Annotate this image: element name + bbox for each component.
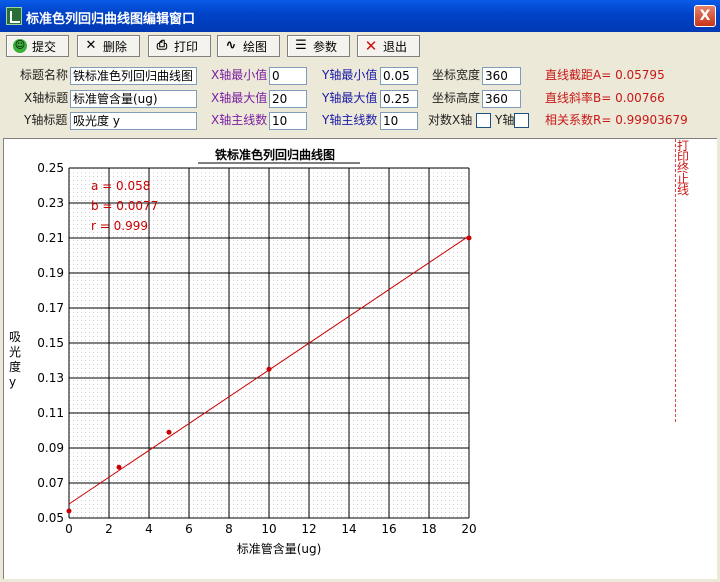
coord-height-label: 坐标高度 xyxy=(432,91,481,105)
regression-annotation: b = 0.0077 xyxy=(91,199,158,213)
x-tick-label: 18 xyxy=(421,522,436,536)
submit-button[interactable]: ☺ 提交 xyxy=(6,35,69,57)
coord-height-field[interactable]: 360 xyxy=(482,90,521,108)
log-x-checkbox[interactable] xyxy=(476,113,491,128)
params-label: 参数 xyxy=(313,39,338,54)
x-tick-label: 14 xyxy=(341,522,356,536)
ymin-label: Y轴最小值 xyxy=(322,68,378,82)
chart-canvas: 0 2 4 6 8 10 12 14 16 18 20 0.05 0.07 0.09 0.11 0.13 0.1… xyxy=(3,138,717,579)
y-tick-label: 0.05 xyxy=(37,511,64,525)
xaxis-title-label: X轴标题 xyxy=(24,91,69,105)
print-button[interactable]: ⎙ 打印 xyxy=(148,35,211,57)
x-tick-label: 16 xyxy=(381,522,396,536)
xmin-field[interactable]: 0 xyxy=(269,67,307,85)
x-tick-label: 20 xyxy=(461,522,476,536)
y-axis-label-char: y xyxy=(9,375,16,389)
regression-chart: 0 2 4 6 8 10 12 14 16 18 20 0.05 0.07 0.09 0.11 0.13 0.1… xyxy=(9,147,477,556)
y-tick-label: 0.13 xyxy=(37,371,64,385)
yaxis-title-label: Y轴标题 xyxy=(24,113,68,127)
y-tick-label: 0.11 xyxy=(37,406,64,420)
title-name-label: 标题名称 xyxy=(20,68,69,82)
exit-label: 退出 xyxy=(383,39,408,54)
y-axis-label: 吸光度y xyxy=(9,330,21,389)
printer-icon: ⎙ xyxy=(156,38,168,53)
xmax-field[interactable]: 20 xyxy=(269,90,307,108)
draw-button[interactable]: ∿ 绘图 xyxy=(217,35,280,57)
xaxis-title-field[interactable]: 标准管含量(ug) xyxy=(70,90,197,108)
yaxis-title-field[interactable]: 吸光度 y xyxy=(70,112,197,130)
coord-width-label: 坐标宽度 xyxy=(432,68,481,82)
slope-result: 直线斜率B= 0.00766 xyxy=(545,91,665,105)
window-title: 标准色列回归曲线图编辑窗口 xyxy=(26,12,196,27)
regression-annotation: r = 0.999 xyxy=(91,219,148,233)
y-tick-label: 0.21 xyxy=(37,231,64,245)
title-name-field[interactable]: 铁标准色列回归曲线图 xyxy=(70,67,197,85)
x-axis-label: 标准管含量(ug) xyxy=(237,541,322,556)
print-stop-line xyxy=(675,139,676,422)
toolbar: ☺ 提交 ✕ 删除 ⎙ 打印 ∿ 绘图 ☰ 参数 ✕ 退出 xyxy=(0,32,720,60)
params-button[interactable]: ☰ 参数 xyxy=(287,35,350,57)
smiley-icon: ☺ xyxy=(13,39,27,53)
log-x-label: 对数X轴 xyxy=(428,113,473,127)
x-tick-label: 12 xyxy=(301,522,316,536)
y-axis-label-char: 度 xyxy=(9,359,21,374)
params-panel: 标题名称 铁标准色列回归曲线图 X轴标题 标准管含量(ug) Y轴标题 吸光度 … xyxy=(0,62,720,134)
y-axis-label-char: 吸 xyxy=(9,330,21,344)
y-tick-label: 0.07 xyxy=(37,476,64,490)
x-tick-label: 10 xyxy=(261,522,276,536)
log-y-checkbox[interactable] xyxy=(514,113,529,128)
y-tick-label: 0.23 xyxy=(37,196,64,210)
x-tick-label: 2 xyxy=(105,522,113,536)
x-tick-label: 8 xyxy=(225,522,233,536)
xmax-label: X轴最大值 xyxy=(211,91,268,105)
regression-annotation: a = 0.058 xyxy=(91,179,150,193)
y-tick-label: 0.09 xyxy=(37,441,64,455)
xmain-label: X轴主线数 xyxy=(211,113,268,127)
log-y-label: Y轴 xyxy=(495,113,515,127)
exit-x-icon: ✕ xyxy=(364,37,378,55)
delete-x-icon: ✕ xyxy=(85,38,97,53)
chart-title: 铁标准色列回归曲线图 xyxy=(215,147,335,162)
y-tick-label: 0.25 xyxy=(37,161,64,175)
y-tick-label: 0.17 xyxy=(37,301,64,315)
intercept-result: 直线截距A= 0.05795 xyxy=(545,68,665,82)
coord-width-field[interactable]: 360 xyxy=(482,67,521,85)
submit-label: 提交 xyxy=(32,39,57,54)
y-tick-label: 0.19 xyxy=(37,266,64,280)
print-label: 打印 xyxy=(174,39,199,54)
list-icon: ☰ xyxy=(295,38,307,53)
data-point xyxy=(166,429,172,435)
x-tick-label: 4 xyxy=(145,522,153,536)
delete-button[interactable]: ✕ 删除 xyxy=(77,35,140,57)
draw-label: 绘图 xyxy=(243,39,268,54)
delete-label: 删除 xyxy=(103,39,128,54)
app-icon xyxy=(6,7,22,25)
ymin-field[interactable]: 0.05 xyxy=(380,67,418,85)
y-axis-label-char: 光 xyxy=(9,345,21,359)
ymax-label: Y轴最大值 xyxy=(322,91,378,105)
ymax-field[interactable]: 0.25 xyxy=(380,90,418,108)
title-bar: 标准色列回归曲线图编辑窗口 X xyxy=(0,0,720,32)
ymain-label: Y轴主线数 xyxy=(322,113,378,127)
print-stop-label: 打印终止线 xyxy=(677,139,690,197)
x-tick-label: 0 xyxy=(65,522,73,536)
correlation-result: 相关系数R= 0.99903679 xyxy=(545,113,688,127)
xmain-field[interactable]: 10 xyxy=(269,112,307,130)
x-tick-label: 6 xyxy=(185,522,193,536)
y-tick-label: 0.15 xyxy=(37,336,64,350)
data-point xyxy=(66,508,72,514)
wave-icon: ∿ xyxy=(225,38,237,53)
close-button[interactable]: X xyxy=(694,5,716,27)
exit-button[interactable]: ✕ 退出 xyxy=(357,35,420,57)
xmin-label: X轴最小值 xyxy=(211,68,268,82)
ymain-field[interactable]: 10 xyxy=(380,112,418,130)
